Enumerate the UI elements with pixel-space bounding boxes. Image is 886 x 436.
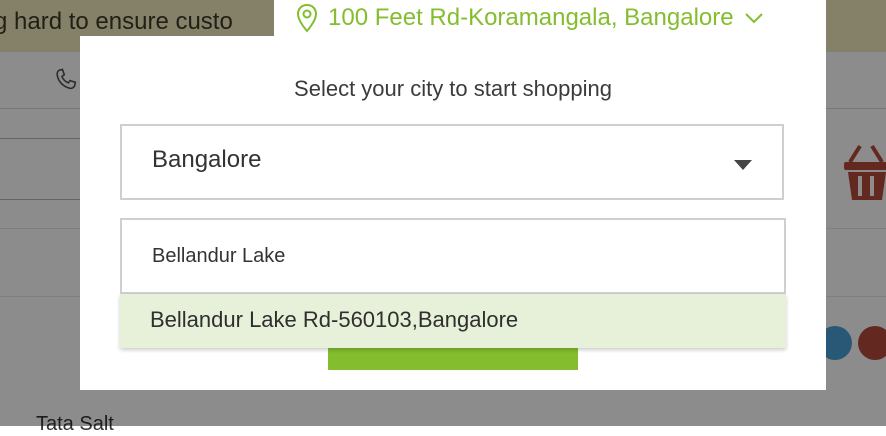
map-pin-icon bbox=[296, 3, 318, 33]
city-selection-modal: Select your city to start shopping Banga… bbox=[80, 36, 826, 390]
caret-down-icon bbox=[734, 160, 752, 170]
city-dropdown-value: Bangalore bbox=[152, 146, 262, 173]
city-dropdown[interactable]: Bangalore bbox=[120, 124, 784, 200]
location-selector[interactable]: 100 Feet Rd-Koramangala, Bangalore bbox=[274, 0, 826, 36]
suggestion-dropdown: Bellandur Lake Rd-560103,Bangalore bbox=[120, 294, 786, 348]
area-search-input[interactable] bbox=[120, 218, 786, 294]
location-address: 100 Feet Rd-Koramangala, Bangalore bbox=[328, 4, 734, 31]
modal-title: Select your city to start shopping bbox=[294, 76, 612, 101]
chevron-down-icon bbox=[744, 13, 763, 24]
suggestion-item[interactable]: Bellandur Lake Rd-560103,Bangalore bbox=[150, 307, 518, 333]
